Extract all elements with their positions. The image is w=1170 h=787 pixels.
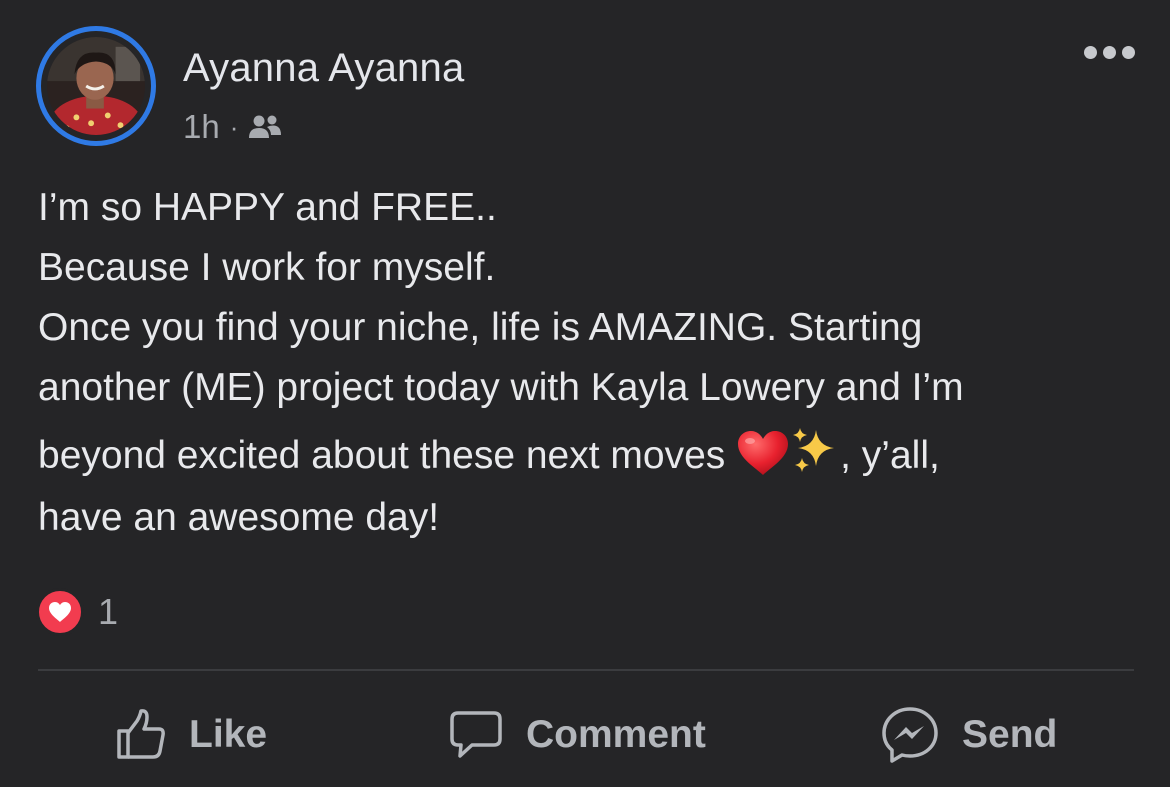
avatar-photo <box>47 37 145 135</box>
more-dot <box>1084 46 1097 59</box>
post-text-segment: , y’all, <box>840 434 940 477</box>
post-text-line: Because I work for myself. <box>38 246 496 289</box>
action-bar: Like Comment Send <box>0 700 1170 770</box>
meta-separator: · <box>229 111 239 142</box>
red-heart-emoji-icon <box>738 431 789 475</box>
post-text-line: I’m so HAPPY and FREE.. <box>38 186 497 229</box>
post-text-line: Once you find your niche, life is AMAZIN… <box>38 306 923 349</box>
divider <box>38 669 1134 671</box>
post-text-segment: beyond excited about these next moves <box>38 434 737 477</box>
author-name[interactable]: Ayanna Ayanna <box>183 46 464 91</box>
post-text-line: beyond excited about these next moves , … <box>38 426 1148 486</box>
reactions-summary[interactable]: 1 <box>36 588 118 636</box>
post-text: I’m so HAPPY and FREE.. Because I work f… <box>38 178 1148 548</box>
avatar[interactable] <box>36 26 156 146</box>
post-text-line: have an awesome day! <box>38 496 440 539</box>
like-button[interactable]: Like <box>115 700 267 770</box>
messenger-icon <box>882 707 938 763</box>
sparkles-emoji-icon <box>793 428 835 472</box>
friends-icon <box>249 115 282 138</box>
comment-label: Comment <box>526 713 706 756</box>
more-options-button[interactable] <box>1084 46 1135 59</box>
comment-button[interactable]: Comment <box>448 700 706 770</box>
reaction-count: 1 <box>98 591 119 632</box>
send-label: Send <box>962 713 1058 756</box>
post-text-line: another (ME) project today with Kayla Lo… <box>38 366 964 409</box>
more-dot <box>1122 46 1135 59</box>
send-button[interactable]: Send <box>880 700 1057 770</box>
love-reaction-icon <box>36 588 84 636</box>
post-time[interactable]: 1h <box>183 108 220 146</box>
post-card: Ayanna Ayanna 1h · I’m so HAPPY and FREE… <box>0 0 1170 787</box>
like-label: Like <box>189 713 268 756</box>
more-dot <box>1103 46 1116 59</box>
post-meta: 1h · <box>183 108 282 146</box>
thumbs-up-icon <box>117 709 165 759</box>
comment-icon <box>450 711 502 758</box>
